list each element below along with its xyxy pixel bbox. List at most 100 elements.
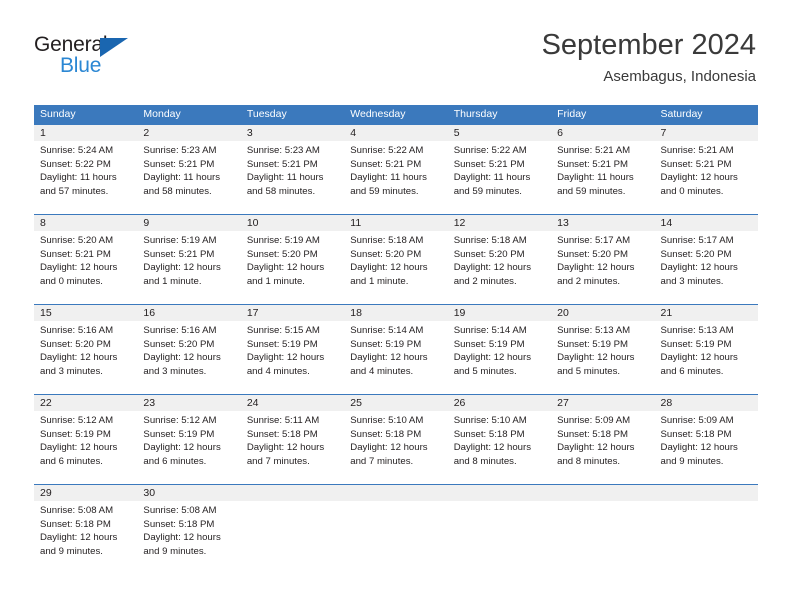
day-number[interactable]: 26 bbox=[448, 395, 551, 411]
daylight-text: Daylight: 12 hours and 2 minutes. bbox=[453, 262, 532, 287]
day-cell[interactable]: Sunrise: 5:08 AM Sunset: 5:18 PM Dayligh… bbox=[137, 501, 240, 574]
day-number[interactable]: 10 bbox=[241, 215, 344, 231]
sunrise-text: Sunrise: 5:10 AM bbox=[453, 415, 527, 426]
day-number[interactable]: 15 bbox=[34, 305, 137, 321]
day-cell[interactable]: Sunrise: 5:10 AM Sunset: 5:18 PM Dayligh… bbox=[344, 411, 447, 484]
generalblue-logo[interactable]: General Blue bbox=[34, 33, 224, 79]
week-daynumber-band: 15 16 17 18 19 20 21 bbox=[34, 305, 758, 321]
daylight-text: Daylight: 11 hours and 57 minutes. bbox=[40, 172, 117, 197]
daylight-text: Daylight: 12 hours and 8 minutes. bbox=[453, 442, 532, 467]
day-number[interactable]: 19 bbox=[448, 305, 551, 321]
day-number[interactable]: 22 bbox=[34, 395, 137, 411]
day-number[interactable]: 29 bbox=[34, 485, 137, 501]
sunrise-text: Sunrise: 5:14 AM bbox=[453, 325, 527, 336]
daylight-text: Daylight: 12 hours and 6 minutes. bbox=[143, 442, 221, 467]
daylight-text: Daylight: 12 hours and 2 minutes. bbox=[557, 262, 635, 287]
day-number[interactable]: 7 bbox=[655, 125, 758, 141]
day-cell[interactable]: Sunrise: 5:13 AM Sunset: 5:19 PM Dayligh… bbox=[551, 321, 654, 394]
sunrise-text: Sunrise: 5:09 AM bbox=[660, 415, 734, 426]
day-cell[interactable]: Sunrise: 5:10 AM Sunset: 5:18 PM Dayligh… bbox=[448, 411, 551, 484]
day-cell[interactable]: Sunrise: 5:12 AM Sunset: 5:19 PM Dayligh… bbox=[34, 411, 137, 484]
weekday-header-wednesday: Wednesday bbox=[350, 108, 406, 120]
day-cell-empty bbox=[551, 501, 654, 574]
day-number[interactable]: 3 bbox=[241, 125, 344, 141]
day-number[interactable]: 13 bbox=[551, 215, 654, 231]
daylight-text: Daylight: 12 hours and 0 minutes. bbox=[40, 262, 118, 287]
day-cell[interactable]: Sunrise: 5:14 AM Sunset: 5:19 PM Dayligh… bbox=[448, 321, 551, 394]
sunrise-text: Sunrise: 5:16 AM bbox=[40, 325, 114, 336]
day-number[interactable]: 6 bbox=[551, 125, 654, 141]
day-cell[interactable]: Sunrise: 5:18 AM Sunset: 5:20 PM Dayligh… bbox=[448, 231, 551, 304]
day-cell[interactable]: Sunrise: 5:09 AM Sunset: 5:18 PM Dayligh… bbox=[655, 411, 758, 484]
page-header: General Blue September 2024 Asembagus, I… bbox=[0, 0, 792, 85]
day-number[interactable]: 2 bbox=[137, 125, 240, 141]
day-number[interactable]: 9 bbox=[137, 215, 240, 231]
sunset-text: Sunset: 5:19 PM bbox=[660, 338, 732, 350]
day-cell[interactable]: Sunrise: 5:19 AM Sunset: 5:21 PM Dayligh… bbox=[137, 231, 240, 304]
day-cell[interactable]: Sunrise: 5:09 AM Sunset: 5:18 PM Dayligh… bbox=[551, 411, 654, 484]
title-block: September 2024 Asembagus, Indonesia bbox=[542, 28, 756, 86]
day-number[interactable]: 27 bbox=[551, 395, 654, 411]
day-cell[interactable]: Sunrise: 5:16 AM Sunset: 5:20 PM Dayligh… bbox=[34, 321, 137, 394]
day-cell[interactable]: Sunrise: 5:17 AM Sunset: 5:20 PM Dayligh… bbox=[551, 231, 654, 304]
week-detail-band: Sunrise: 5:16 AM Sunset: 5:20 PM Dayligh… bbox=[34, 321, 758, 394]
day-cell[interactable]: Sunrise: 5:11 AM Sunset: 5:18 PM Dayligh… bbox=[241, 411, 344, 484]
day-cell[interactable]: Sunrise: 5:08 AM Sunset: 5:18 PM Dayligh… bbox=[34, 501, 137, 574]
day-cell[interactable]: Sunrise: 5:19 AM Sunset: 5:20 PM Dayligh… bbox=[241, 231, 344, 304]
day-number[interactable]: 14 bbox=[655, 215, 758, 231]
day-cell[interactable]: Sunrise: 5:21 AM Sunset: 5:21 PM Dayligh… bbox=[655, 141, 758, 214]
day-number[interactable]: 24 bbox=[241, 395, 344, 411]
day-cell[interactable]: Sunrise: 5:15 AM Sunset: 5:19 PM Dayligh… bbox=[241, 321, 344, 394]
day-number[interactable]: 8 bbox=[34, 215, 137, 231]
day-cell[interactable]: Sunrise: 5:14 AM Sunset: 5:19 PM Dayligh… bbox=[344, 321, 447, 394]
day-cell[interactable]: Sunrise: 5:21 AM Sunset: 5:21 PM Dayligh… bbox=[551, 141, 654, 214]
day-cell[interactable]: Sunrise: 5:24 AM Sunset: 5:22 PM Dayligh… bbox=[34, 141, 137, 214]
week-detail-band: Sunrise: 5:08 AM Sunset: 5:18 PM Dayligh… bbox=[34, 501, 758, 574]
day-number-empty bbox=[655, 485, 758, 501]
day-number-empty bbox=[448, 485, 551, 501]
day-cell-empty bbox=[655, 501, 758, 574]
day-number[interactable]: 12 bbox=[448, 215, 551, 231]
day-number[interactable]: 21 bbox=[655, 305, 758, 321]
day-number[interactable]: 20 bbox=[551, 305, 654, 321]
day-number[interactable]: 25 bbox=[344, 395, 447, 411]
sunset-text: Sunset: 5:21 PM bbox=[350, 158, 422, 170]
sunset-text: Sunset: 5:20 PM bbox=[453, 248, 525, 260]
day-number[interactable]: 28 bbox=[655, 395, 758, 411]
sunset-text: Sunset: 5:19 PM bbox=[143, 428, 215, 440]
day-cell[interactable]: Sunrise: 5:22 AM Sunset: 5:21 PM Dayligh… bbox=[344, 141, 447, 214]
daylight-text: Daylight: 11 hours and 58 minutes. bbox=[246, 172, 324, 197]
day-number[interactable]: 17 bbox=[241, 305, 344, 321]
calendar-grid: Sunday Monday Tuesday Wednesday Thursday… bbox=[34, 105, 758, 574]
daylight-text: Daylight: 12 hours and 3 minutes. bbox=[143, 352, 221, 377]
day-number[interactable]: 18 bbox=[344, 305, 447, 321]
day-number[interactable]: 16 bbox=[137, 305, 240, 321]
day-cell[interactable]: Sunrise: 5:13 AM Sunset: 5:19 PM Dayligh… bbox=[655, 321, 758, 394]
day-number[interactable]: 11 bbox=[344, 215, 447, 231]
day-cell[interactable]: Sunrise: 5:12 AM Sunset: 5:19 PM Dayligh… bbox=[137, 411, 240, 484]
calendar-week-row: 15 16 17 18 19 20 21 Sunrise: 5:16 AM Su… bbox=[34, 304, 758, 394]
day-cell[interactable]: Sunrise: 5:16 AM Sunset: 5:20 PM Dayligh… bbox=[137, 321, 240, 394]
sunset-text: Sunset: 5:20 PM bbox=[660, 248, 732, 260]
day-number[interactable]: 23 bbox=[137, 395, 240, 411]
sunset-text: Sunset: 5:21 PM bbox=[40, 248, 111, 260]
sunset-text: Sunset: 5:21 PM bbox=[453, 158, 525, 170]
daylight-text: Daylight: 12 hours and 9 minutes. bbox=[143, 532, 221, 557]
sunrise-text: Sunrise: 5:17 AM bbox=[660, 235, 734, 246]
day-cell[interactable]: Sunrise: 5:22 AM Sunset: 5:21 PM Dayligh… bbox=[448, 141, 551, 214]
calendar-page: General Blue September 2024 Asembagus, I… bbox=[0, 0, 792, 612]
day-cell[interactable]: Sunrise: 5:20 AM Sunset: 5:21 PM Dayligh… bbox=[34, 231, 137, 304]
sunset-text: Sunset: 5:19 PM bbox=[246, 338, 318, 350]
daylight-text: Daylight: 12 hours and 7 minutes. bbox=[350, 442, 428, 467]
day-number[interactable]: 1 bbox=[34, 125, 137, 141]
daylight-text: Daylight: 12 hours and 4 minutes. bbox=[350, 352, 428, 377]
day-number[interactable]: 5 bbox=[448, 125, 551, 141]
day-number[interactable]: 4 bbox=[344, 125, 447, 141]
day-number[interactable]: 30 bbox=[137, 485, 240, 501]
daylight-text: Daylight: 12 hours and 7 minutes. bbox=[246, 442, 325, 467]
day-cell[interactable]: Sunrise: 5:23 AM Sunset: 5:21 PM Dayligh… bbox=[137, 141, 240, 214]
day-cell[interactable]: Sunrise: 5:17 AM Sunset: 5:20 PM Dayligh… bbox=[655, 231, 758, 304]
day-cell[interactable]: Sunrise: 5:23 AM Sunset: 5:21 PM Dayligh… bbox=[241, 141, 344, 214]
day-cell[interactable]: Sunrise: 5:18 AM Sunset: 5:20 PM Dayligh… bbox=[344, 231, 447, 304]
daylight-text: Daylight: 11 hours and 58 minutes. bbox=[143, 172, 221, 197]
